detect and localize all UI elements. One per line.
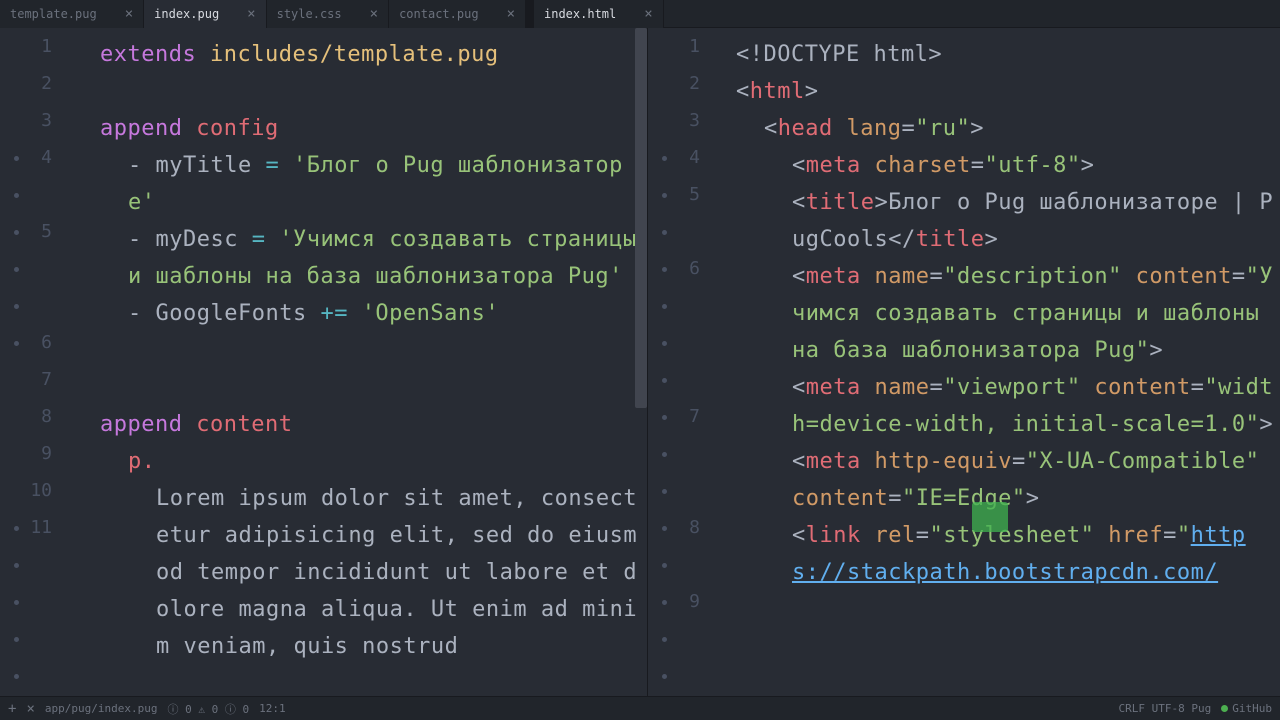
close-icon[interactable]: × xyxy=(644,6,652,22)
git-branch[interactable]: GitHub xyxy=(1221,702,1272,715)
plus-icon[interactable]: + xyxy=(8,701,16,717)
editor-left[interactable]: 1 2 3 4 5 6 7 8 9 10 11 extends includes… xyxy=(0,28,648,696)
tab-contact[interactable]: contact.pug× xyxy=(389,0,526,28)
tab-template[interactable]: template.pug× xyxy=(0,0,144,28)
diagnostics[interactable]: ⓘ 0 ⚠ 0 ⓘ 0 xyxy=(167,701,249,717)
close-icon[interactable]: × xyxy=(125,6,133,22)
close-icon[interactable]: × xyxy=(507,6,515,22)
editor-right[interactable]: 1 2 3 4 5 6 7 8 9 <!DOCTYPE html> <html>… xyxy=(648,28,1280,696)
encoding[interactable]: CRLF UTF-8 Pug xyxy=(1119,702,1212,715)
tab-index-pug[interactable]: index.pug× xyxy=(144,0,266,28)
code-left[interactable]: extends includes/template.pug append con… xyxy=(64,28,647,665)
tab-style[interactable]: style.css× xyxy=(267,0,389,28)
close-icon[interactable]: × xyxy=(26,701,34,717)
file-path[interactable]: app/pug/index.pug xyxy=(45,702,158,715)
gutter-right: 1 2 3 4 5 6 7 8 9 xyxy=(648,28,712,696)
close-icon[interactable]: × xyxy=(370,6,378,22)
scrollbar[interactable] xyxy=(635,28,647,408)
gutter-left: 1 2 3 4 5 6 7 8 9 10 11 xyxy=(0,28,64,696)
tab-index-html[interactable]: index.html× xyxy=(534,0,664,28)
cursor-highlight xyxy=(972,502,1008,532)
status-bar: + × app/pug/index.pug ⓘ 0 ⚠ 0 ⓘ 0 12:1 C… xyxy=(0,696,1280,720)
close-icon[interactable]: × xyxy=(247,6,255,22)
cursor-position[interactable]: 12:1 xyxy=(259,702,286,715)
tab-bar: template.pug× index.pug× style.css× cont… xyxy=(0,0,1280,28)
